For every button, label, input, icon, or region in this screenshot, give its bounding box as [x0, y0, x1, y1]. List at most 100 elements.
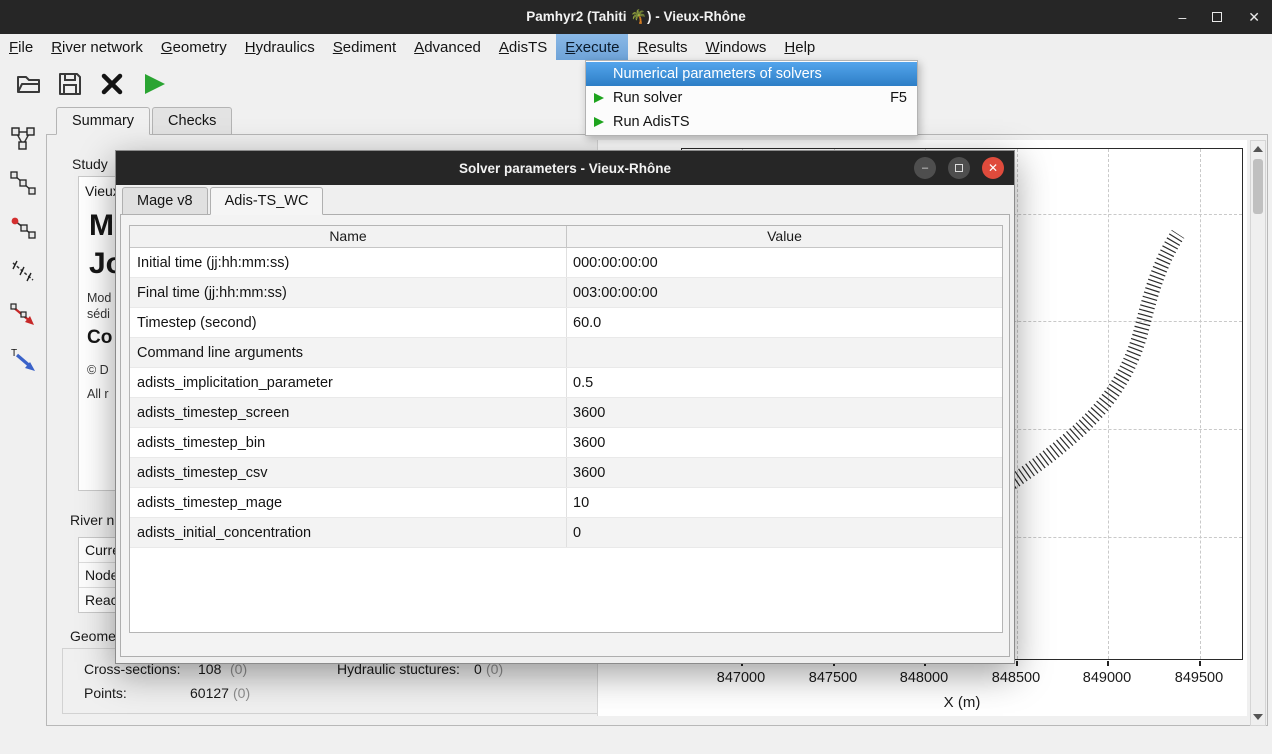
window-controls: – ✕	[1178, 0, 1260, 34]
param-name-cell[interactable]: Command line arguments	[130, 338, 567, 367]
menu-item-label: Numerical parameters of solvers	[613, 66, 822, 82]
arrow-up-icon	[1253, 146, 1263, 152]
menu-help[interactable]: Help	[775, 34, 824, 60]
tab-summary[interactable]: Summary	[56, 107, 150, 135]
dialog-maximize-button[interactable]	[948, 157, 970, 179]
param-value-cell[interactable]: 60.0	[567, 308, 1002, 337]
dialog-titlebar[interactable]: Solver parameters - Vieux-Rhône – ✕	[116, 151, 1014, 185]
param-row-adists-timestep-screen[interactable]: adists_timestep_screen3600	[130, 398, 1002, 428]
dialog-minimize-button[interactable]: –	[914, 157, 936, 179]
header-value[interactable]: Value	[567, 226, 1002, 247]
menu-label: File	[9, 39, 33, 56]
dialog-tab-adis-ts-wc[interactable]: Adis-TS_WC	[210, 187, 324, 215]
menu-file[interactable]: File	[0, 34, 42, 60]
close-icon: ✕	[988, 162, 998, 174]
vertical-scrollbar[interactable]	[1250, 140, 1266, 726]
minimize-icon: –	[922, 163, 928, 174]
menu-item-run-adists[interactable]: Run AdisTS	[586, 110, 917, 134]
param-row-initial-time-jj-hh-mm-ss[interactable]: Initial time (jj:hh:mm:ss)000:00:00:00	[130, 248, 1002, 278]
window-titlebar[interactable]: Pamhyr2 (Tahiti 🌴) - Vieux-Rhône – ✕	[0, 0, 1272, 34]
param-row-adists-timestep-mage[interactable]: adists_timestep_mage10	[130, 488, 1002, 518]
maximize-square	[1212, 12, 1222, 22]
param-row-command-line-arguments[interactable]: Command line arguments	[130, 338, 1002, 368]
geometry-group-label: Geome	[68, 628, 118, 644]
close-study-button[interactable]	[96, 66, 128, 102]
sections-tool-button[interactable]	[6, 254, 40, 288]
points-value: 60127	[190, 685, 229, 701]
left-toolbar: T	[0, 110, 46, 754]
menu-windows[interactable]: Windows	[697, 34, 776, 60]
param-name-cell[interactable]: Final time (jj:hh:mm:ss)	[130, 278, 567, 307]
param-value-cell[interactable]: 3600	[567, 458, 1002, 487]
slope-tool-button[interactable]	[6, 298, 40, 332]
close-icon[interactable]: ✕	[1248, 10, 1260, 24]
param-name-cell[interactable]: adists_timestep_csv	[130, 458, 567, 487]
x-tick-mark	[1199, 661, 1201, 666]
save-study-button[interactable]	[54, 66, 86, 102]
param-name-cell[interactable]: adists_timestep_mage	[130, 488, 567, 517]
menu-label: River network	[51, 39, 143, 56]
menu-item-label: Run solver	[613, 90, 682, 106]
param-row-timestep-second[interactable]: Timestep (second)60.0	[130, 308, 1002, 338]
open-study-button[interactable]	[12, 66, 44, 102]
param-value-cell[interactable]: 3600	[567, 398, 1002, 427]
menu-geometry[interactable]: Geometry	[152, 34, 236, 60]
tab-checks[interactable]: Checks	[152, 107, 232, 135]
menu-sediment[interactable]: Sediment	[324, 34, 405, 60]
param-name-cell[interactable]: Initial time (jj:hh:mm:ss)	[130, 248, 567, 277]
run-solver-button[interactable]	[138, 66, 170, 102]
translate-tool-button[interactable]: T	[6, 342, 40, 376]
network-tool-button[interactable]	[6, 122, 40, 156]
menu-results[interactable]: Results	[628, 34, 696, 60]
menu-label: Hydraulics	[245, 39, 315, 56]
scrollbar-thumb[interactable]	[1253, 159, 1263, 214]
scroll-down-button[interactable]	[1251, 710, 1265, 724]
param-name-cell[interactable]: adists_timestep_screen	[130, 398, 567, 427]
menu-advanced[interactable]: Advanced	[405, 34, 490, 60]
param-value-cell[interactable]: 003:00:00:00	[567, 278, 1002, 307]
param-value-cell[interactable]	[567, 338, 1002, 367]
menu-river-network[interactable]: River network	[42, 34, 152, 60]
param-row-adists-timestep-bin[interactable]: adists_timestep_bin3600	[130, 428, 1002, 458]
param-row-adists-timestep-csv[interactable]: adists_timestep_csv3600	[130, 458, 1002, 488]
scroll-up-button[interactable]	[1251, 142, 1265, 156]
menu-item-numerical-parameters-of-solvers[interactable]: Numerical parameters of solvers	[586, 62, 917, 86]
x-tick-mark	[1016, 661, 1018, 666]
menu-label: Windows	[706, 39, 767, 56]
param-row-adists-implicitation-parameter[interactable]: adists_implicitation_parameter0.5	[130, 368, 1002, 398]
header-name[interactable]: Name	[130, 226, 567, 247]
param-value-cell[interactable]: 0.5	[567, 368, 1002, 397]
add-point-tool-button[interactable]	[6, 210, 40, 244]
minimize-icon[interactable]: –	[1178, 10, 1186, 24]
param-name-cell[interactable]: Timestep (second)	[130, 308, 567, 337]
param-row-final-time-jj-hh-mm-ss[interactable]: Final time (jj:hh:mm:ss)003:00:00:00	[130, 278, 1002, 308]
red-arrow-icon	[9, 301, 37, 329]
study-desc-line2: sédi	[87, 307, 110, 321]
arrow-down-icon	[1253, 714, 1263, 720]
param-value-cell[interactable]: 0	[567, 518, 1002, 547]
param-name-cell[interactable]: adists_initial_concentration	[130, 518, 567, 547]
param-name-cell[interactable]: adists_timestep_bin	[130, 428, 567, 457]
menu-execute[interactable]: Execute	[556, 34, 628, 60]
param-row-adists-initial-concentration[interactable]: adists_initial_concentration0	[130, 518, 1002, 548]
menu-label: Sediment	[333, 39, 396, 56]
study-subheading: Co	[87, 327, 112, 349]
param-value-cell[interactable]: 3600	[567, 428, 1002, 457]
param-value-cell[interactable]: 10	[567, 488, 1002, 517]
x-axis-label: X (m)	[922, 694, 1002, 711]
solver-parameters-dialog: Solver parameters - Vieux-Rhône – ✕ Mage…	[115, 150, 1015, 664]
menu-label: Execute	[565, 39, 619, 56]
dialog-tab-mage-v8[interactable]: Mage v8	[122, 187, 208, 215]
window-title: Pamhyr2 (Tahiti 🌴) - Vieux-Rhône	[526, 9, 746, 25]
maximize-icon[interactable]	[1212, 10, 1222, 24]
param-value-cell[interactable]: 000:00:00:00	[567, 248, 1002, 277]
menu-label: Advanced	[414, 39, 481, 56]
menu-hydraulics[interactable]: Hydraulics	[236, 34, 324, 60]
menu-item-run-solver[interactable]: Run solverF5	[586, 86, 917, 110]
dialog-close-button[interactable]: ✕	[982, 157, 1004, 179]
param-name-cell[interactable]: adists_implicitation_parameter	[130, 368, 567, 397]
profile-tool-button[interactable]	[6, 166, 40, 200]
study-copyright: © D	[87, 363, 109, 377]
menu-adists[interactable]: AdisTS	[490, 34, 556, 60]
table-header: Name Value	[130, 226, 1002, 248]
